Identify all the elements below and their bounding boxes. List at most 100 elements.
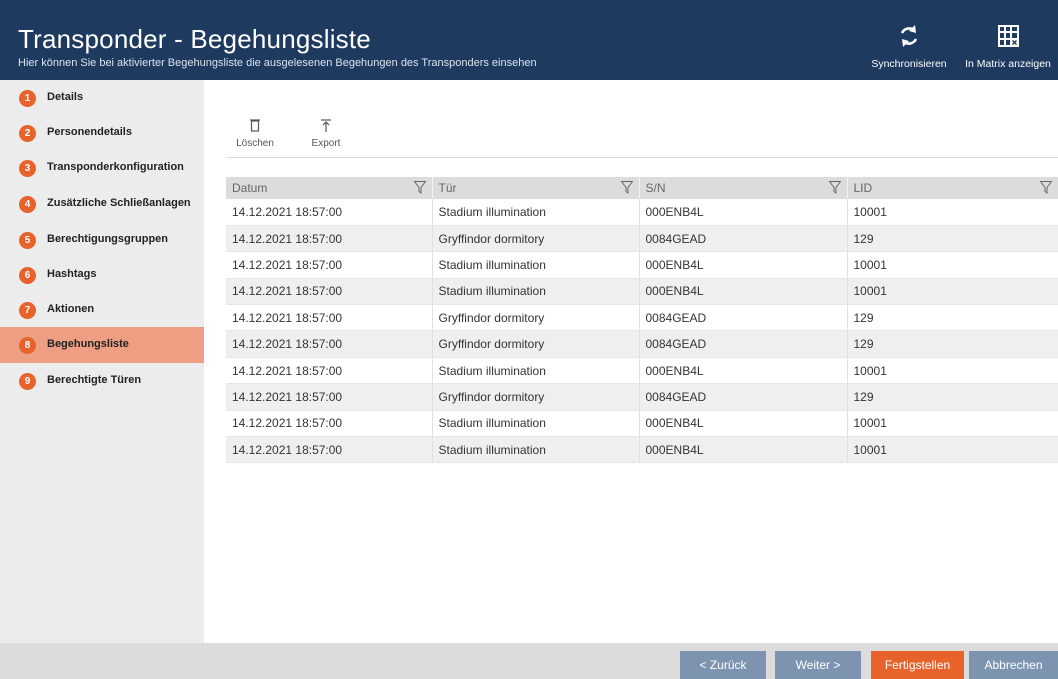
- main-content: Löschen Export Datum Tür S/N LID 14.12.2…: [204, 80, 1058, 643]
- sidebar-item-label: Hashtags: [47, 268, 97, 280]
- cell-lid: 129: [847, 383, 1058, 411]
- filter-icon[interactable]: [620, 181, 633, 194]
- back-button[interactable]: < Zurück: [680, 651, 766, 679]
- delete-label: Löschen: [236, 138, 274, 149]
- cell-tuer: Gryffindor dormitory: [432, 330, 640, 358]
- page-title: Transponder - Begehungsliste: [18, 24, 371, 54]
- column-header-label: Tür: [438, 181, 457, 195]
- cell-tuer: Gryffindor dormitory: [432, 304, 640, 332]
- sidebar-item-label: Berechtigte Türen: [47, 374, 142, 386]
- sidebar-item-berechtigungsgruppen[interactable]: 5 Berechtigungsgruppen: [0, 222, 204, 258]
- cell-tuer: Stadium illumination: [432, 357, 640, 385]
- sidebar-item-label: Personendetails: [47, 126, 132, 138]
- cell-sn: 000ENB4L: [639, 436, 848, 464]
- sync-icon: [900, 25, 918, 47]
- cell-lid: 10001: [847, 199, 1058, 226]
- column-header-tuer[interactable]: Tür: [432, 177, 640, 199]
- cell-sn: 000ENB4L: [639, 357, 848, 385]
- step-number-badge: 8: [19, 337, 36, 354]
- filter-icon[interactable]: [413, 181, 426, 194]
- show-in-matrix-button[interactable]: In Matrix anzeigen: [958, 22, 1058, 72]
- matrix-grid-icon: [998, 25, 1019, 47]
- table-row[interactable]: 14.12.2021 18:57:00 Gryffindor dormitory…: [226, 225, 1058, 253]
- table-header-row: Datum Tür S/N LID: [226, 177, 1058, 199]
- table-row[interactable]: 14.12.2021 18:57:00 Stadium illumination…: [226, 199, 1058, 226]
- step-number-badge: 7: [19, 302, 36, 319]
- table-row[interactable]: 14.12.2021 18:57:00 Stadium illumination…: [226, 251, 1058, 279]
- cell-datum: 14.12.2021 18:57:00: [226, 199, 433, 226]
- sidebar-item-personendetails[interactable]: 2 Personendetails: [0, 115, 204, 151]
- sidebar-item-label: Berechtigungsgruppen: [47, 233, 169, 245]
- column-header-label: S/N: [645, 181, 666, 195]
- cell-lid: 10001: [847, 251, 1058, 279]
- sync-label: Synchronisieren: [871, 58, 947, 70]
- trash-icon: [250, 119, 260, 132]
- step-number-badge: 3: [19, 160, 36, 177]
- finish-button[interactable]: Fertigstellen: [871, 651, 964, 679]
- cell-sn: 0084GEAD: [639, 304, 848, 332]
- cell-datum: 14.12.2021 18:57:00: [226, 357, 433, 385]
- table-row[interactable]: 14.12.2021 18:57:00 Gryffindor dormitory…: [226, 330, 1058, 358]
- cell-lid: 129: [847, 225, 1058, 253]
- delete-button[interactable]: Löschen: [232, 118, 278, 149]
- access-log-table: Datum Tür S/N LID 14.12.2021 18:57:00 St…: [226, 177, 1058, 464]
- cell-sn: 000ENB4L: [639, 278, 848, 306]
- export-icon: [321, 119, 331, 132]
- cell-datum: 14.12.2021 18:57:00: [226, 225, 433, 253]
- sidebar-item-hashtags[interactable]: 6 Hashtags: [0, 257, 204, 293]
- sidebar-item-aktionen[interactable]: 7 Aktionen: [0, 292, 204, 328]
- cell-sn: 000ENB4L: [639, 410, 848, 438]
- app-header: Transponder - Begehungsliste Hier können…: [0, 0, 1058, 80]
- cancel-button[interactable]: Abbrechen: [969, 651, 1058, 679]
- step-number-badge: 1: [19, 90, 36, 107]
- next-button[interactable]: Weiter >: [775, 651, 861, 679]
- table-row[interactable]: 14.12.2021 18:57:00 Stadium illumination…: [226, 278, 1058, 306]
- cell-tuer: Gryffindor dormitory: [432, 383, 640, 411]
- sidebar-item-label: Transponderkonfiguration: [47, 161, 184, 173]
- cell-sn: 000ENB4L: [639, 199, 848, 226]
- wizard-footer: < Zurück Weiter > Fertigstellen Abbreche…: [0, 643, 1058, 679]
- cell-tuer: Stadium illumination: [432, 436, 640, 464]
- cell-lid: 129: [847, 330, 1058, 358]
- cell-datum: 14.12.2021 18:57:00: [226, 278, 433, 306]
- cell-sn: 0084GEAD: [639, 225, 848, 253]
- cell-sn: 0084GEAD: [639, 383, 848, 411]
- sidebar-item-label: Begehungsliste: [47, 338, 129, 350]
- cell-lid: 10001: [847, 436, 1058, 464]
- column-header-label: Datum: [232, 181, 268, 195]
- column-header-lid[interactable]: LID: [847, 177, 1058, 199]
- wizard-sidebar: 1 Details 2 Personendetails 3 Transponde…: [0, 80, 212, 643]
- table-row[interactable]: 14.12.2021 18:57:00 Gryffindor dormitory…: [226, 383, 1058, 411]
- cell-sn: 0084GEAD: [639, 330, 848, 358]
- filter-icon[interactable]: [828, 181, 841, 194]
- sidebar-item-details[interactable]: 1 Details: [0, 80, 204, 116]
- cell-lid: 129: [847, 304, 1058, 332]
- sidebar-item-transponderkonfiguration[interactable]: 3 Transponderkonfiguration: [0, 150, 204, 186]
- cell-lid: 10001: [847, 278, 1058, 306]
- export-button[interactable]: Export: [308, 118, 344, 149]
- step-number-badge: 5: [19, 232, 36, 249]
- matrix-label: In Matrix anzeigen: [965, 58, 1051, 70]
- sidebar-item-label: Details: [47, 91, 84, 103]
- toolbar-divider: [226, 157, 1058, 158]
- column-header-label: LID: [853, 181, 873, 195]
- filter-icon[interactable]: [1039, 181, 1052, 194]
- sidebar-item-zusaetzliche-schliessanlagen[interactable]: 4 Zusätzliche Schließanlagen: [0, 186, 204, 222]
- table-row[interactable]: 14.12.2021 18:57:00 Stadium illumination…: [226, 410, 1058, 438]
- cell-tuer: Gryffindor dormitory: [432, 225, 640, 253]
- cell-sn: 000ENB4L: [639, 251, 848, 279]
- step-number-badge: 9: [19, 373, 36, 390]
- column-header-datum[interactable]: Datum: [226, 177, 433, 199]
- cell-lid: 10001: [847, 410, 1058, 438]
- column-header-sn[interactable]: S/N: [639, 177, 848, 199]
- sidebar-item-berechtigte-tueren[interactable]: 9 Berechtigte Türen: [0, 363, 204, 399]
- sync-button[interactable]: Synchronisieren: [865, 22, 953, 72]
- table-row[interactable]: 14.12.2021 18:57:00 Stadium illumination…: [226, 357, 1058, 385]
- table-row[interactable]: 14.12.2021 18:57:00 Gryffindor dormitory…: [226, 304, 1058, 332]
- sidebar-item-begehungsliste[interactable]: 8 Begehungsliste: [0, 327, 212, 363]
- step-number-badge: 4: [19, 196, 36, 213]
- cell-tuer: Stadium illumination: [432, 278, 640, 306]
- cell-lid: 10001: [847, 357, 1058, 385]
- table-row[interactable]: 14.12.2021 18:57:00 Stadium illumination…: [226, 436, 1058, 464]
- cell-datum: 14.12.2021 18:57:00: [226, 251, 433, 279]
